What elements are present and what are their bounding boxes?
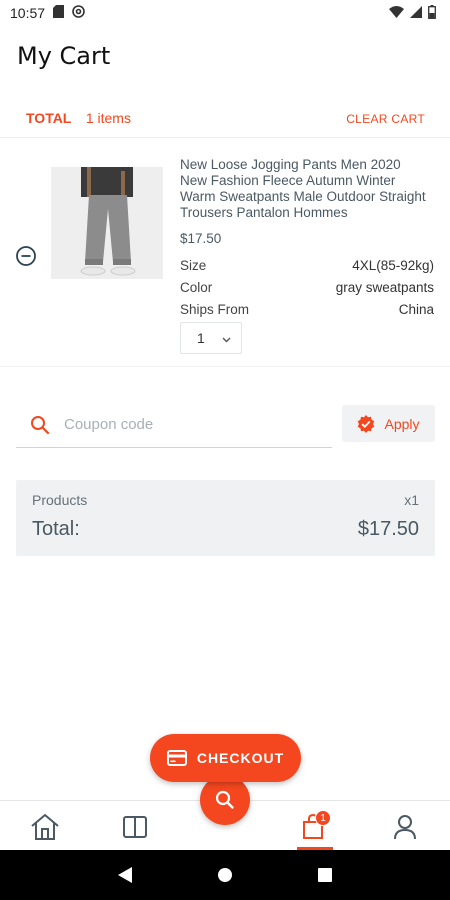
- quantity-value: 1: [197, 330, 205, 346]
- total-row: Total: $17.50: [32, 518, 419, 541]
- products-label: Products: [32, 492, 88, 508]
- checkout-label: CHECKOUT: [196, 750, 285, 766]
- coupon-field: [16, 402, 332, 448]
- nav-categories[interactable]: [119, 811, 151, 843]
- item-count: 1 items: [85, 109, 131, 126]
- remove-item-icon[interactable]: [15, 245, 37, 267]
- total-value: $17.50: [357, 518, 419, 540]
- verified-badge-icon: [357, 414, 375, 433]
- spec-key: Ships From: [180, 302, 250, 317]
- status-time: 10:57: [10, 5, 46, 21]
- checkout-button[interactable]: CHECKOUT: [150, 734, 301, 782]
- spec-key: Size: [180, 258, 207, 273]
- product-title[interactable]: New Loose Jogging Pants Men 2020 New Fas…: [180, 157, 430, 221]
- product-image[interactable]: [51, 167, 163, 279]
- total-text: Total:: [32, 518, 80, 540]
- apply-label: Apply: [384, 415, 420, 432]
- spec-value: China: [398, 302, 434, 317]
- at-sign-icon: [72, 5, 85, 21]
- spec-value: 4XL(85-92kg): [352, 258, 434, 273]
- cart-total-group: TOTAL 1 items: [26, 110, 131, 128]
- cart-item: New Loose Jogging Pants Men 2020 New Fas…: [0, 139, 450, 367]
- quantity-select[interactable]: 1: [180, 322, 242, 354]
- total-label: TOTAL: [26, 109, 72, 126]
- cart-summary-bar: TOTAL 1 items CLEAR CART: [0, 100, 450, 138]
- sd-card-icon: [53, 5, 65, 21]
- system-nav-bar: [0, 850, 450, 900]
- status-bar: 10:57: [0, 0, 450, 26]
- recents-icon[interactable]: [310, 860, 340, 890]
- products-qty: x1: [404, 492, 419, 508]
- products-row: Products x1: [32, 492, 419, 508]
- cart-icon: 1: [301, 810, 331, 840]
- page-title: My Cart: [17, 42, 111, 70]
- status-right: [389, 4, 436, 22]
- spec-row-color: Color gray sweatpants: [180, 280, 434, 295]
- signal-icon: [410, 5, 422, 21]
- product-price: $17.50: [180, 231, 222, 246]
- jogging-pants-image: [51, 167, 163, 279]
- totals-box: Products x1 Total: $17.50: [16, 480, 435, 556]
- spec-row-ships-from: Ships From China: [180, 302, 434, 317]
- cart-badge: 1: [315, 810, 331, 826]
- nav-home[interactable]: [29, 811, 61, 843]
- profile-icon: [393, 814, 417, 840]
- search-icon: [30, 415, 50, 435]
- wifi-icon: [389, 5, 404, 21]
- categories-icon: [122, 815, 148, 839]
- apply-coupon-button[interactable]: Apply: [342, 405, 435, 442]
- spec-value: gray sweatpants: [335, 280, 434, 295]
- status-left: 10:57: [10, 5, 85, 21]
- spec-key: Color: [180, 280, 213, 295]
- back-icon[interactable]: [110, 860, 140, 890]
- battery-icon: [428, 4, 436, 22]
- home-icon: [30, 813, 60, 841]
- clear-cart-button[interactable]: CLEAR CART: [346, 112, 425, 126]
- nav-cart[interactable]: 1: [297, 810, 331, 843]
- search-fab[interactable]: [200, 775, 250, 825]
- spec-row-size: Size 4XL(85-92kg): [180, 258, 434, 273]
- chevron-down-icon: [222, 330, 231, 346]
- search-icon: [215, 790, 235, 810]
- home-circle-icon[interactable]: [210, 860, 240, 890]
- credit-card-icon: [166, 750, 187, 766]
- nav-profile[interactable]: [389, 811, 421, 843]
- coupon-input[interactable]: [64, 416, 324, 433]
